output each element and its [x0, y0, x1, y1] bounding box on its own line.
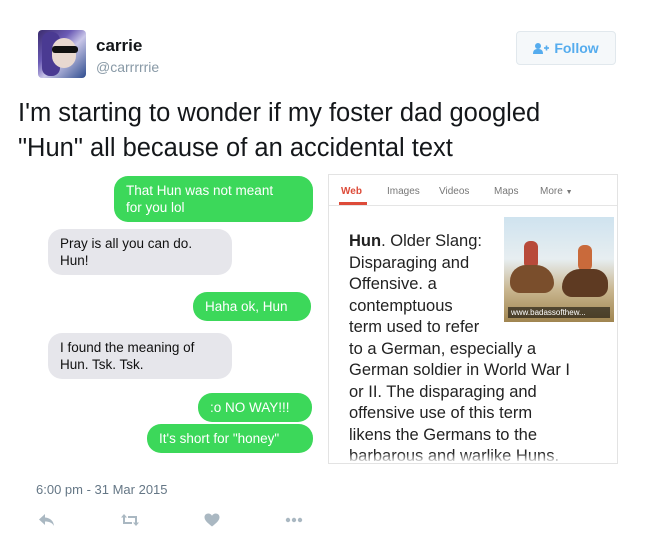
tab-videos: Videos	[439, 186, 470, 197]
tab-web: Web	[341, 186, 362, 197]
tab-maps: Maps	[494, 186, 519, 197]
search-result-screenshot: Web Images Videos Maps More ▼ www.badass…	[328, 174, 618, 464]
chat-line: for you lol	[126, 200, 185, 215]
more-button[interactable]	[282, 508, 306, 532]
tab-images: Images	[387, 186, 420, 197]
user-handle[interactable]: @carrrrrie	[96, 59, 159, 75]
like-button[interactable]	[200, 508, 224, 532]
definition-line: or II. The disparaging and	[349, 382, 537, 401]
chat-line: Haha ok, Hun	[205, 299, 288, 314]
chat-line: Pray is all you can do.	[60, 236, 193, 251]
reply-button[interactable]	[34, 508, 58, 532]
avatar[interactable]	[38, 30, 86, 78]
definition-line: German soldier in World War I	[349, 361, 570, 379]
search-tabs: Web Images Videos Maps More ▼	[329, 175, 617, 206]
definition-line: Offensive. a	[349, 275, 437, 293]
tweet-timestamp[interactable]: 6:00 pm - 31 Mar 2015	[36, 482, 168, 497]
heart-icon	[204, 513, 220, 527]
chat-line: :o NO WAY!!!	[210, 400, 290, 415]
retweet-icon	[121, 514, 139, 526]
tweet-actions	[0, 508, 650, 532]
definition-term: Hun	[349, 232, 382, 250]
tab-more-label: More	[540, 186, 563, 197]
follow-label: Follow	[554, 40, 599, 56]
add-user-icon	[533, 42, 550, 54]
chat-line: It's short for "honey"	[159, 431, 280, 446]
chat-bubble-sent: Haha ok, Hun	[193, 292, 311, 321]
definition-line: Disparaging and	[349, 253, 470, 272]
definition-line: term used to refer	[349, 318, 480, 336]
chat-line: I found the meaning of	[60, 340, 195, 355]
cutoff-fade	[329, 453, 617, 463]
definition-line: offensive use of this term	[349, 404, 533, 422]
chat-bubble-sent: It's short for "honey"	[147, 424, 313, 453]
chat-bubble-received: I found the meaning of Hun. Tsk. Tsk.	[48, 333, 232, 379]
tweet-text-line: I'm starting to wonder if my foster dad …	[18, 99, 541, 127]
display-name[interactable]: carrie	[96, 36, 142, 56]
avatar-face	[52, 38, 76, 68]
retweet-button[interactable]	[118, 508, 142, 532]
chat-bubble-sent: That Hun was not meant for you lol	[114, 176, 313, 222]
more-icon	[285, 517, 303, 523]
tab-more: More ▼	[540, 186, 573, 197]
chat-line: Hun!	[60, 253, 89, 268]
avatar-glasses	[52, 46, 78, 53]
tweet-text-line: "Hun" all because of an accidental text	[18, 134, 453, 162]
caret-down-icon: ▼	[565, 189, 573, 196]
chat-line: Hun. Tsk. Tsk.	[60, 357, 144, 372]
definition-line: contemptuous	[349, 296, 453, 315]
definition-line-text: . Older Slang:	[381, 232, 482, 250]
chat-bubble-sent: :o NO WAY!!!	[198, 393, 312, 422]
chat-line: That Hun was not meant	[126, 183, 274, 198]
tweet-text: I'm starting to wonder if my foster dad …	[18, 96, 633, 166]
follow-button[interactable]: Follow	[516, 31, 616, 65]
chat-bubble-received: Pray is all you can do. Hun!	[48, 229, 232, 275]
active-tab-indicator	[339, 202, 367, 205]
definition-line: likens the Germans to the	[349, 425, 538, 444]
definition-text: Hun. Older Slang: Disparaging and Offens…	[349, 231, 611, 463]
definition-line: Hun. Older Slang:	[349, 231, 611, 253]
definition-line: to a German, especially a	[349, 339, 537, 358]
reply-icon	[38, 514, 54, 526]
